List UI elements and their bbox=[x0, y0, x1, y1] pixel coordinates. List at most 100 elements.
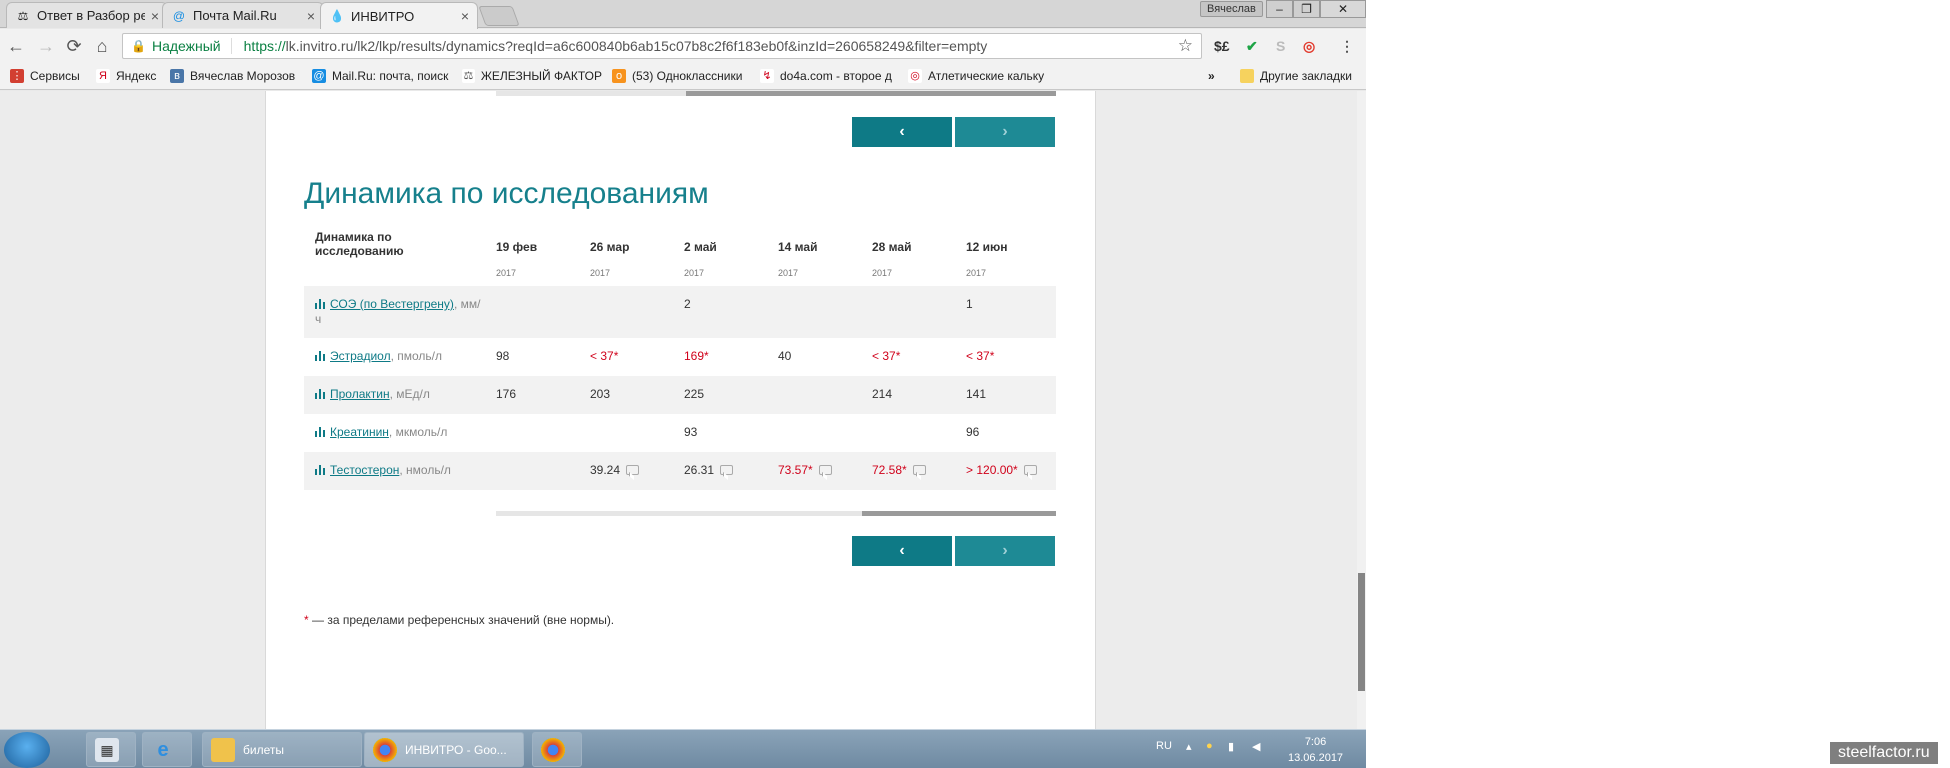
bookmark-calculators[interactable]: ◎ Атлетические кальку bbox=[908, 69, 1048, 83]
close-icon[interactable]: × bbox=[461, 8, 469, 24]
bookmark-other[interactable]: Другие закладки bbox=[1240, 69, 1352, 83]
target-extension-icon[interactable]: ◎ bbox=[1303, 38, 1315, 55]
cell-value: < 37* bbox=[966, 349, 995, 363]
chart-icon[interactable] bbox=[315, 389, 326, 399]
test-name: СОЭ (по Вестергрену), мм/ч bbox=[315, 297, 485, 327]
check-extension-icon[interactable]: ✔ bbox=[1246, 38, 1258, 55]
bookmark-vk[interactable]: в Вячеслав Морозов bbox=[170, 69, 295, 83]
chrome-icon bbox=[373, 737, 397, 762]
menu-icon[interactable]: ⋮ bbox=[1340, 38, 1354, 55]
reload-button[interactable]: ⟳ bbox=[64, 36, 84, 56]
currency-extension-icon[interactable]: $£ bbox=[1214, 38, 1230, 54]
forum-icon: ⚖ bbox=[462, 69, 475, 83]
comment-icon[interactable] bbox=[1023, 465, 1037, 475]
taskbar-chrome-window[interactable]: ИНВИТРО - Goo... bbox=[364, 732, 524, 767]
back-button[interactable]: ← bbox=[6, 36, 26, 56]
table-horizontal-scrollbar-top[interactable] bbox=[496, 91, 1056, 96]
chart-icon[interactable] bbox=[315, 465, 326, 475]
scroll-thumb[interactable] bbox=[1358, 573, 1365, 691]
taskbar-chrome[interactable] bbox=[532, 732, 582, 767]
language-indicator[interactable]: RU bbox=[1156, 740, 1172, 752]
mail-icon: @ bbox=[172, 8, 186, 23]
volume-icon[interactable]: ◀ bbox=[1252, 740, 1260, 753]
new-tab-button[interactable] bbox=[478, 6, 520, 26]
test-link[interactable]: Пролактин bbox=[330, 387, 390, 401]
clock[interactable]: 7:06 13.06.2017 bbox=[1288, 734, 1343, 766]
drop-icon: 💧 bbox=[329, 9, 345, 23]
taskbar-folder[interactable]: билеты bbox=[202, 732, 362, 767]
bookmark-mailru[interactable]: @ Mail.Ru: почта, поиск bbox=[312, 69, 450, 83]
taskbar-ie[interactable]: e bbox=[142, 732, 192, 767]
address-bar[interactable]: 🔒 Надежный https:// lk.invitro.ru/lk2/lk… bbox=[122, 33, 1202, 59]
minimize-button[interactable]: – bbox=[1266, 0, 1293, 18]
maximize-button[interactable]: ❐ bbox=[1293, 0, 1320, 18]
pager-next-button[interactable]: › bbox=[955, 117, 1055, 147]
table-horizontal-scrollbar-bottom[interactable] bbox=[496, 511, 1056, 516]
tray-expand-icon[interactable]: ▴ bbox=[1186, 740, 1192, 753]
test-link[interactable]: СОЭ (по Вестергрену) bbox=[330, 297, 454, 311]
yandex-icon: Я bbox=[96, 69, 110, 83]
tab-mail[interactable]: @ Почта Mail.Ru × bbox=[162, 2, 324, 28]
tab-title: Ответ в Разбор результ bbox=[37, 8, 145, 23]
test-link[interactable]: Креатинин bbox=[330, 425, 389, 439]
pager-prev-button[interactable]: ‹ bbox=[852, 536, 952, 566]
chart-icon[interactable] bbox=[315, 299, 326, 309]
url-text: lk.invitro.ru/lk2/lkp/results/dynamics?r… bbox=[285, 38, 988, 54]
test-link[interactable]: Эстрадиол bbox=[330, 349, 391, 363]
comment-icon[interactable] bbox=[720, 465, 734, 475]
table-row: Эстрадиол, пмоль/л 98 < 37* 169* 40 < 37* < 37… bbox=[304, 338, 1056, 376]
chart-icon[interactable] bbox=[315, 427, 326, 437]
comment-icon[interactable] bbox=[818, 465, 832, 475]
bookmarks-overflow-button[interactable]: » bbox=[1208, 69, 1215, 83]
browser-toolbar: ← → ⟳ ⌂ 🔒 Надежный https:// lk.invitro.r… bbox=[0, 29, 1366, 63]
bookmark-iron-factor[interactable]: ⚖ ЖЕЛЕЗНЫЙ ФАКТОР bbox=[462, 69, 602, 83]
cell-value: > 120.00* bbox=[966, 463, 1018, 477]
cell-value: 93 bbox=[684, 425, 698, 439]
clock-date: 13.06.2017 bbox=[1288, 752, 1344, 764]
tab-forum[interactable]: ⚖ Ответ в Разбор результ × bbox=[6, 2, 168, 28]
bookmark-do4a[interactable]: ↯ do4a.com - второе д bbox=[760, 69, 900, 83]
test-name: Креатинин, мкмоль/л bbox=[315, 425, 485, 440]
tab-invitro[interactable]: 💧 ИНВИТРО × bbox=[320, 2, 478, 29]
test-unit: , пмоль/л bbox=[390, 349, 443, 363]
page-vertical-scrollbar[interactable] bbox=[1357, 91, 1366, 729]
network-icon[interactable]: ▮ bbox=[1228, 740, 1234, 753]
profile-badge[interactable]: Вячеслав bbox=[1200, 1, 1263, 17]
column-year: 2017 bbox=[778, 268, 799, 278]
chart-icon[interactable] bbox=[315, 351, 326, 361]
table-cell: 98 bbox=[496, 349, 509, 363]
tray-app-icon[interactable]: ● bbox=[1206, 740, 1213, 752]
skype-extension-icon[interactable]: S bbox=[1276, 38, 1285, 54]
close-icon[interactable]: × bbox=[151, 8, 159, 24]
bookmark-star-icon[interactable]: ☆ bbox=[1178, 36, 1193, 56]
clock-time: 7:06 bbox=[1304, 736, 1327, 748]
home-button[interactable]: ⌂ bbox=[92, 36, 112, 56]
close-icon[interactable]: × bbox=[307, 8, 315, 24]
bookmark-odnoklassniki[interactable]: о (53) Одноклассники bbox=[612, 69, 742, 83]
scroll-thumb[interactable] bbox=[686, 91, 1056, 96]
windows-taskbar: ▦ e билеты ИНВИТРО - Goo... RU ▴ ● ▮ ◀ 7… bbox=[0, 729, 1366, 768]
bookmark-yandex[interactable]: Я Яндекс bbox=[96, 69, 156, 83]
table-cell: < 37* bbox=[872, 349, 900, 363]
test-unit: , мкмоль/л bbox=[388, 425, 448, 439]
cell-value: 141 bbox=[966, 387, 987, 401]
pager-prev-button[interactable]: ‹ bbox=[852, 117, 952, 147]
column-header: 19 фев 2017 bbox=[496, 240, 537, 278]
scroll-thumb[interactable] bbox=[862, 511, 1056, 516]
comment-icon[interactable] bbox=[626, 465, 640, 475]
folder-icon bbox=[1240, 69, 1254, 83]
close-window-button[interactable]: ✕ bbox=[1320, 0, 1366, 18]
taskbar-calculator[interactable]: ▦ bbox=[86, 732, 136, 767]
bookmark-services[interactable]: ⋮ Сервисы bbox=[10, 69, 80, 83]
pager-bottom: ‹ › bbox=[852, 536, 1055, 566]
bookmark-label: Атлетические кальку bbox=[928, 69, 1045, 83]
pager-next-button[interactable]: › bbox=[955, 536, 1055, 566]
column-year: 2017 bbox=[496, 268, 517, 278]
bookmark-label: do4a.com - второе д bbox=[780, 69, 892, 83]
bookmark-label: Вячеслав Морозов bbox=[190, 69, 296, 83]
start-button[interactable] bbox=[4, 732, 50, 768]
mailru-icon: @ bbox=[312, 69, 326, 83]
test-link[interactable]: Тестостерон bbox=[330, 463, 399, 477]
comment-icon[interactable] bbox=[912, 465, 926, 475]
forward-button[interactable]: → bbox=[36, 36, 56, 56]
